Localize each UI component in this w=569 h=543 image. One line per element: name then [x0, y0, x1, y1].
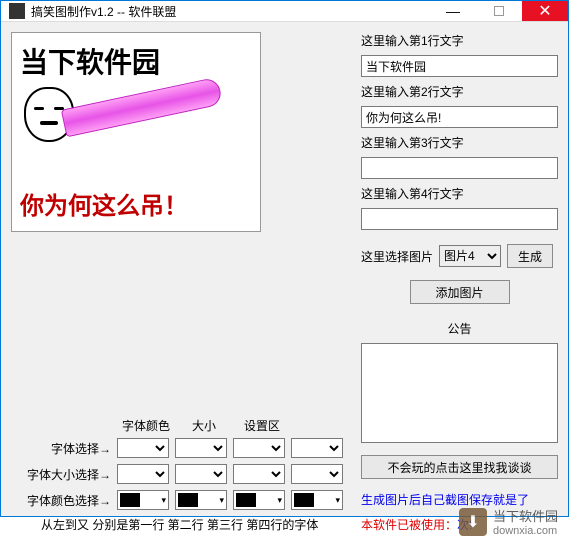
line3-input[interactable] — [361, 157, 558, 179]
app-window: 搞笑图制作v1.2 -- 软件联盟 — ✕ 当下软件园 你为何这么吊！ 字体颜色… — [0, 0, 569, 517]
header-setting: 设置区 — [237, 417, 287, 434]
close-button[interactable]: ✕ — [522, 1, 568, 21]
font-select-label: 字体选择→ — [11, 440, 111, 457]
header-color: 字体颜色 — [121, 417, 171, 434]
image-select-row: 这里选择图片 图片4 生成 — [361, 244, 558, 268]
font-select-row: 字体选择→ — [11, 438, 351, 458]
color-select-2[interactable]: ▾ — [175, 490, 227, 510]
watermark-cn: 当下软件园 — [493, 506, 558, 525]
font-select-2[interactable] — [175, 438, 227, 458]
font-size-row: 字体大小选择→ — [11, 464, 351, 484]
watermark: ⬇ 当下软件园 downxia.com — [459, 506, 558, 537]
preview-text-bottom: 你为何这么吊！ — [20, 186, 188, 221]
color-select-3[interactable]: ▾ — [233, 490, 285, 510]
line1-input[interactable] — [361, 55, 558, 77]
titlebar: 搞笑图制作v1.2 -- 软件联盟 — ✕ — [1, 1, 568, 22]
announce-label: 公告 — [361, 320, 558, 337]
left-column: 当下软件园 你为何这么吊！ 字体颜色 大小 设置区 字体选择→ — [11, 32, 351, 533]
size-select-1[interactable] — [117, 464, 169, 484]
font-select-1[interactable] — [117, 438, 169, 458]
info-red-prefix: 本软件已被使用： — [361, 518, 457, 532]
font-footer-text: 从左到又 分别是第一行 第二行 第三行 第四行的字体 — [41, 516, 351, 533]
color-select-4[interactable]: ▾ — [291, 490, 343, 510]
announce-textarea[interactable] — [361, 343, 558, 443]
font-settings-area: 字体颜色 大小 设置区 字体选择→ 字体大小选择→ — [11, 397, 351, 533]
line4-label: 这里输入第4行文字 — [361, 185, 558, 202]
header-size: 大小 — [179, 417, 229, 434]
image-select-label: 这里选择图片 — [361, 248, 433, 265]
preview-text-top: 当下软件园 — [20, 41, 252, 81]
watermark-url: downxia.com — [493, 525, 558, 537]
right-column: 这里输入第1行文字 这里输入第2行文字 这里输入第3行文字 这里输入第4行文字 … — [361, 32, 558, 533]
image-preview: 当下软件园 你为何这么吊！ — [11, 32, 261, 232]
line2-input[interactable] — [361, 106, 558, 128]
font-color-label: 字体颜色选择→ — [11, 492, 111, 509]
content-area: 当下软件园 你为何这么吊！ 字体颜色 大小 设置区 字体选择→ — [1, 22, 568, 543]
add-image-button[interactable]: 添加图片 — [410, 280, 510, 304]
font-select-3[interactable] — [233, 438, 285, 458]
line4-input[interactable] — [361, 208, 558, 230]
size-select-3[interactable] — [233, 464, 285, 484]
app-icon — [9, 3, 25, 19]
line1-label: 这里输入第1行文字 — [361, 32, 558, 49]
help-button[interactable]: 不会玩的点击这里找我谈谈 — [361, 455, 558, 479]
download-icon: ⬇ — [459, 508, 487, 536]
window-controls: — ✕ — [430, 1, 568, 21]
font-color-row: 字体颜色选择→ ▾ ▾ ▾ ▾ — [11, 490, 351, 510]
font-size-label: 字体大小选择→ — [11, 466, 111, 483]
color-select-1[interactable]: ▾ — [117, 490, 169, 510]
watermark-text: 当下软件园 downxia.com — [493, 506, 558, 537]
line2-label: 这里输入第2行文字 — [361, 83, 558, 100]
size-select-4[interactable] — [291, 464, 343, 484]
generate-button[interactable]: 生成 — [507, 244, 553, 268]
titlebar-text: 搞笑图制作v1.2 -- 软件联盟 — [31, 3, 430, 20]
maximize-button[interactable] — [476, 1, 522, 21]
image-select[interactable]: 图片4 — [439, 245, 501, 267]
line3-label: 这里输入第3行文字 — [361, 134, 558, 151]
minimize-button[interactable]: — — [430, 1, 476, 21]
font-header: 字体颜色 大小 设置区 — [121, 417, 351, 434]
size-select-2[interactable] — [175, 464, 227, 484]
font-select-4[interactable] — [291, 438, 343, 458]
pink-stick-icon — [61, 77, 223, 138]
